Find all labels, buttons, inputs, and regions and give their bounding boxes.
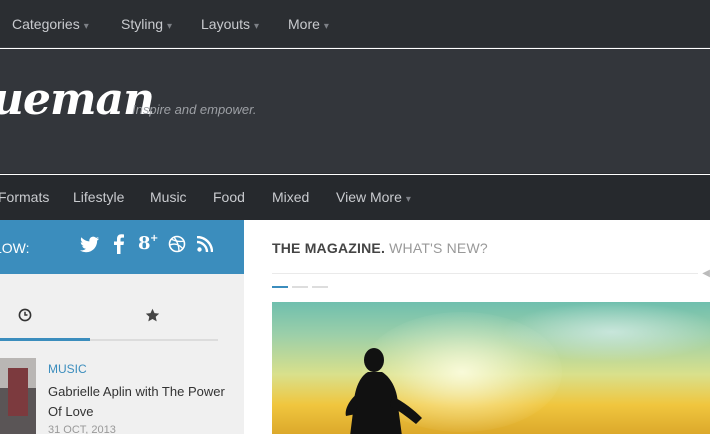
rss-icon[interactable] [197,236,213,252]
topnav-item-categories[interactable]: Categories ▾ [12,16,89,32]
post-category[interactable]: MUSIC [48,362,87,376]
tab-recent[interactable] [18,308,32,325]
site-logo[interactable]: ueman [0,78,155,122]
post-title[interactable]: Gabrielle Aplin with The Power Of Love [48,382,228,422]
topnav-item-label: Categories [12,16,80,32]
topnav-item-styling[interactable]: Styling ▾ [121,16,172,32]
tab-popular[interactable] [145,308,160,326]
chevron-down-icon: ▾ [167,21,173,32]
svg-text:+: + [150,233,158,244]
slider-dot[interactable] [312,286,328,288]
chevron-down-icon: ▾ [83,21,89,32]
subnav-item-view-more[interactable]: View More ▾ [336,189,411,205]
subnav-item-label: View More [336,189,402,205]
topnav-item-layouts[interactable]: Layouts ▾ [201,16,259,32]
section-divider [272,273,698,274]
sidebar: LOW: 8 + [0,220,244,434]
topnav-item-more[interactable]: More ▾ [288,16,329,32]
main-content: THE MAGAZINE. WHAT'S NEW? ◀ [244,220,710,434]
topnav-item-label: Layouts [201,16,251,32]
top-nav: Categories ▾ Styling ▾ Layouts ▾ More ▾ [0,0,710,48]
chevron-down-icon: ▾ [405,194,411,205]
star-icon [145,308,160,322]
subnav-item-music[interactable]: Music [150,189,187,205]
clock-icon [18,308,32,322]
slider-dot[interactable] [272,286,288,288]
featured-slide-image[interactable] [272,302,710,434]
chevron-down-icon: ▾ [323,21,329,32]
section-title-main: THE MAGAZINE. [272,240,386,256]
follow-label: LOW: [0,240,30,256]
svg-text:8: 8 [138,233,151,254]
subnav-item-food[interactable]: Food [213,189,245,205]
subnav-item-mixed[interactable]: Mixed [272,189,309,205]
twitter-icon[interactable] [80,236,100,254]
site-tagline: Inspire and empower. [132,102,257,117]
category-nav: Formats Lifestyle Music Food Mixed View … [0,175,710,220]
cloud [502,302,710,362]
facebook-icon[interactable] [114,234,124,254]
chevron-left-icon[interactable]: ◀ [702,268,710,279]
section-title: THE MAGAZINE. WHAT'S NEW? [272,240,488,256]
topnav-item-label: Styling [121,16,164,32]
post-date: 31 OCT, 2013 [48,424,116,434]
google-plus-icon[interactable]: 8 + [138,232,160,254]
dribbble-icon[interactable] [168,235,186,253]
subnav-item-formats[interactable]: Formats [0,189,49,205]
post-thumbnail[interactable] [0,358,36,434]
follow-bar: LOW: 8 + [0,220,244,274]
subnav-item-lifestyle[interactable]: Lifestyle [73,189,124,205]
tab-underline [0,338,218,341]
silhouette-person [345,348,422,434]
section-title-sub: WHAT'S NEW? [389,240,488,256]
topnav-item-label: More [288,16,320,32]
active-tab-indicator [0,338,90,341]
chevron-down-icon: ▾ [254,21,260,32]
slider-dot[interactable] [292,286,308,288]
